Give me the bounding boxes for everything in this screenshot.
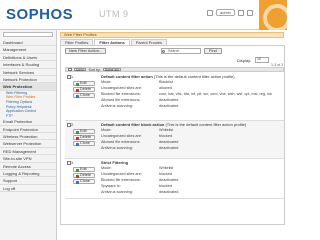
find-button[interactable]: Find <box>204 48 222 54</box>
list-item: 1. Edit Delete Clone Default content fil… <box>65 73 284 121</box>
delete-icon <box>75 136 79 140</box>
filter-actions-panel: New Filter Action... Search Find Display… <box>60 45 285 225</box>
field-value: Whitelist <box>159 128 174 132</box>
list-item: 2. Edit Delete Clone Default content fil… <box>65 121 284 159</box>
refresh-icon[interactable] <box>237 9 244 16</box>
delete-button[interactable]: Delete <box>73 87 95 92</box>
field-value: blocked <box>159 134 173 138</box>
list-item: 3. Edit Delete Clone Strict Filtering Mo… <box>65 159 284 199</box>
bulk-action-select[interactable]: Action <box>73 67 87 72</box>
field-label: Blocked file extensions: <box>101 178 141 182</box>
sidebar-item-definitions-users[interactable]: Definitions & Users <box>0 54 56 62</box>
row-title[interactable]: Strict Filtering <box>101 160 128 165</box>
field-label: Antivirus scanning: <box>101 190 133 194</box>
row-number: 2. <box>71 122 74 127</box>
clone-button[interactable]: Clone <box>73 93 95 98</box>
sidebar-item-red-management[interactable]: RED Management <box>0 148 56 156</box>
sidebar-item-site-to-site-vpn[interactable]: Site-to-site VPN <box>0 155 56 163</box>
field-label: Mode: <box>101 80 112 84</box>
sidebar-item-interfaces-routing[interactable]: Interfaces & Routing <box>0 61 56 69</box>
clone-button[interactable]: Clone <box>73 141 95 146</box>
edit-icon <box>75 130 79 134</box>
clone-icon <box>75 180 79 184</box>
sidebar-item-email-protection[interactable]: Email Protection <box>0 118 56 126</box>
menu-search-input[interactable] <box>3 32 53 37</box>
edit-button[interactable]: Edit <box>73 129 95 134</box>
clone-button[interactable]: Clone <box>73 179 95 184</box>
field-label: Mode: <box>101 166 112 170</box>
edit-icon <box>75 82 79 86</box>
field-value: deactivated <box>159 140 179 144</box>
delete-icon <box>75 174 79 178</box>
sidebar-item-network-protection[interactable]: Network Protection <box>0 76 56 84</box>
field-label: Uncategorized sites are: <box>101 86 142 90</box>
edit-icon <box>75 168 79 172</box>
sidebar-item-web-protection[interactable]: Web Protection <box>0 83 56 91</box>
row-number: 1. <box>71 74 74 79</box>
help-icon[interactable] <box>207 9 213 16</box>
field-label: Allowed file extensions: <box>101 98 141 102</box>
product-name: UTM 9 <box>99 9 129 19</box>
delete-icon <box>75 88 79 92</box>
sidebar-item-network-services[interactable]: Network Services <box>0 69 56 76</box>
field-label: Mode: <box>101 128 112 132</box>
search-input[interactable]: Search <box>161 48 201 54</box>
field-value: blocked <box>159 184 173 188</box>
field-value: blocked <box>159 172 173 176</box>
search-icon <box>162 49 165 53</box>
sort-select[interactable]: Name asc <box>102 67 122 72</box>
sophos-logo: SOPHOS <box>6 6 74 23</box>
sidebar: Dashboard Management Definitions & Users… <box>0 30 57 240</box>
sidebar-item-remote-access[interactable]: Remote Access <box>0 163 56 171</box>
sidebar-item-wireless-protection[interactable]: Wireless Protection <box>0 133 56 141</box>
field-label: Spyware is: <box>101 184 121 188</box>
field-label: Antivirus scanning: <box>101 146 133 150</box>
field-label: Uncategorized sites are: <box>101 134 142 138</box>
clone-icon <box>75 94 79 98</box>
logout-icon[interactable] <box>246 9 253 16</box>
sidebar-item-logging-reporting[interactable]: Logging & Reporting <box>0 170 56 178</box>
field-value: deactivated <box>159 98 179 102</box>
list-header: Action Sort by: Name asc <box>65 67 284 72</box>
main-content: Web Filter Profiles Filter Profiles Filt… <box>60 30 287 240</box>
field-label: Antivirus scanning: <box>101 104 133 108</box>
field-value: allowed <box>159 86 172 90</box>
page-title: Web Filter Profiles <box>60 32 284 38</box>
row-number: 3. <box>71 160 74 165</box>
edit-button[interactable]: Edit <box>73 167 95 172</box>
sort-label: Sort by: <box>88 67 101 72</box>
header: SOPHOS UTM 9 admin <box>0 0 287 30</box>
field-value: deactivated <box>159 190 179 194</box>
sidebar-item-support[interactable]: Support <box>0 177 56 185</box>
delete-button[interactable]: Delete <box>73 173 95 178</box>
sidebar-item-log-off[interactable]: Log off <box>0 185 56 193</box>
field-value: Whitelist <box>159 166 174 170</box>
field-value: deactivated <box>159 146 179 150</box>
clone-icon <box>75 142 79 146</box>
field-value: com, bat, vbs, hta, inf, pif, scr, cmd, … <box>159 92 272 96</box>
display-label: Display: <box>237 58 252 63</box>
sidebar-item-endpoint-protection[interactable]: Endpoint Protection <box>0 126 56 134</box>
display-count-select[interactable]: 10 <box>255 57 269 63</box>
field-label: Blocked file extensions: <box>101 92 141 96</box>
header-icons: admin <box>207 9 253 16</box>
user-menu[interactable]: admin <box>216 9 235 16</box>
sidebar-item-dashboard[interactable]: Dashboard <box>0 39 56 47</box>
select-all-checkbox[interactable] <box>68 67 72 72</box>
sidebar-item-management[interactable]: Management <box>0 46 56 54</box>
field-value: deactivated <box>159 178 179 182</box>
sidebar-item-webserver-protection[interactable]: Webserver Protection <box>0 140 56 148</box>
field-label: Uncategorized sites are: <box>101 172 142 176</box>
row-title[interactable]: Default content filter block action (Thi… <box>101 122 246 127</box>
field-value: deactivated <box>159 104 179 108</box>
delete-button[interactable]: Delete <box>73 135 95 140</box>
brand-swoosh-icon <box>259 0 287 30</box>
row-title[interactable]: Default content filter action (This is t… <box>101 74 235 79</box>
field-label: Allowed file extensions: <box>101 140 141 144</box>
new-filter-action-button[interactable]: New Filter Action... <box>65 48 107 54</box>
field-value: Blacklist <box>159 80 173 84</box>
edit-button[interactable]: Edit <box>73 81 95 86</box>
